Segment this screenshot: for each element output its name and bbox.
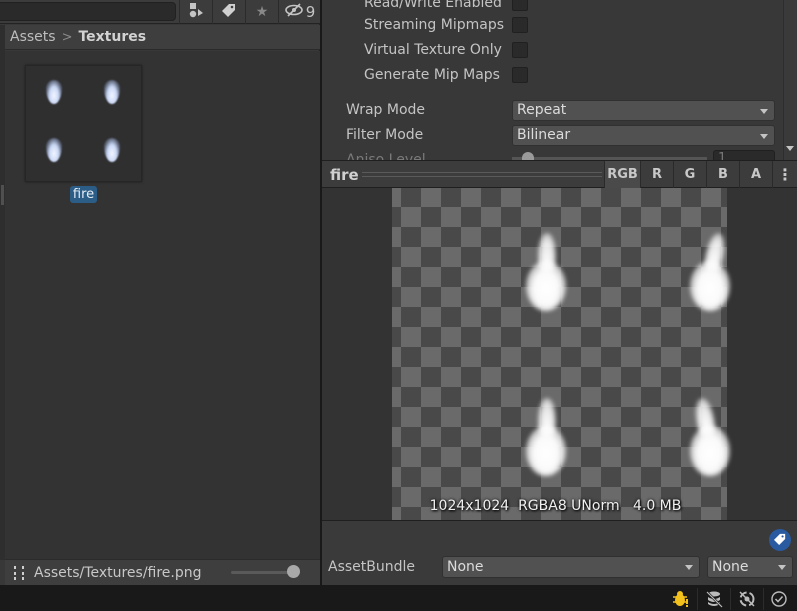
- flame-frame: [684, 231, 734, 313]
- property-label: Generate Mip Maps: [364, 67, 500, 83]
- preview-resize-handle[interactable]: [362, 172, 602, 177]
- property-label: Wrap Mode: [346, 102, 426, 118]
- filter-mode-dropdown[interactable]: Bilinear: [512, 124, 775, 146]
- check-circle-icon[interactable]: [768, 589, 790, 609]
- scroll-down-icon[interactable]: [786, 146, 794, 151]
- generate-mip-maps-checkbox[interactable]: [512, 67, 528, 83]
- channel-b-button[interactable]: B: [706, 161, 739, 188]
- auto-generate-off-icon[interactable]: [736, 589, 758, 609]
- flame-sprite: [46, 80, 62, 104]
- property-label: Streaming Mipmaps: [364, 17, 505, 33]
- dropdown-value: None: [712, 559, 749, 575]
- divider: [763, 588, 764, 610]
- texture-file-icon: [13, 565, 29, 581]
- project-toolbar: ★ 9: [0, 0, 320, 24]
- chevron-down-icon: [685, 565, 693, 570]
- asset-bundle-variant-dropdown[interactable]: None: [707, 556, 793, 578]
- flame-sprite: [104, 138, 120, 162]
- property-label: Virtual Texture Only: [364, 42, 502, 58]
- breadcrumb-assets[interactable]: Assets: [10, 29, 56, 45]
- hidden-packages-button[interactable]: 9: [278, 0, 320, 24]
- splitter-handle[interactable]: [1, 185, 4, 205]
- preview-more-button[interactable]: ⋮: [772, 161, 797, 188]
- asset-bundle-label: AssetBundle: [328, 559, 416, 575]
- property-label: Read/Write Enabled: [364, 0, 502, 11]
- bug-warning-icon[interactable]: [670, 589, 692, 609]
- wrap-mode-dropdown[interactable]: Repeat: [512, 99, 775, 121]
- search-by-type-button[interactable]: [179, 0, 212, 24]
- transparency-checkerboard: [392, 188, 730, 520]
- texture-preview: 1024x1024 RGBA8 UNorm 4.0 MB: [322, 188, 797, 520]
- star-icon: ★: [255, 4, 269, 20]
- project-panel: ★ 9 Assets > Textures fire Assets/Textur…: [0, 0, 320, 585]
- search-by-label-button[interactable]: [212, 0, 245, 24]
- thumbnail-size-slider[interactable]: [231, 571, 295, 574]
- selected-asset-path: Assets/Textures/fire.png: [34, 564, 202, 581]
- eye-slash-icon: [284, 3, 304, 21]
- streaming-mipmaps-checkbox[interactable]: [512, 17, 528, 33]
- texture-info: 1024x1024 RGBA8 UNorm 4.0 MB: [429, 498, 682, 514]
- dropdown-value: Repeat: [517, 102, 567, 118]
- tag-icon: [222, 3, 236, 21]
- breadcrumb-textures[interactable]: Textures: [78, 29, 146, 45]
- hidden-count: 9: [305, 3, 316, 21]
- channel-a-button[interactable]: A: [739, 161, 772, 188]
- search-input[interactable]: [0, 2, 176, 21]
- channel-r-button[interactable]: R: [640, 161, 673, 188]
- aniso-level-slider-handle[interactable]: [522, 152, 534, 160]
- flame-frame: [520, 398, 570, 478]
- virtual-texture-only-checkbox[interactable]: [512, 42, 528, 58]
- chevron-down-icon: [760, 133, 768, 139]
- divider: [730, 588, 731, 610]
- preview-title: fire: [330, 166, 359, 184]
- project-footer: Assets/Textures/fire.png: [5, 559, 320, 585]
- status-bar: [0, 585, 797, 611]
- dropdown-value: None: [447, 559, 484, 575]
- property-label: Filter Mode: [346, 127, 424, 143]
- chevron-down-icon: [778, 565, 786, 570]
- flame-sprite: [46, 138, 62, 162]
- asset-item-fire[interactable]: fire: [25, 65, 142, 203]
- asset-labels-section: AssetBundle None None: [322, 520, 797, 585]
- chevron-down-icon: [760, 108, 768, 114]
- asset-thumbnail[interactable]: [25, 65, 142, 182]
- flame-frame: [684, 396, 734, 478]
- favorites-button[interactable]: ★: [245, 0, 278, 24]
- cache-server-icon[interactable]: [703, 589, 725, 609]
- asset-name[interactable]: fire: [69, 186, 98, 203]
- breadcrumb: Assets > Textures: [5, 25, 320, 50]
- preview-header: fire RGB R G B A ⋮: [322, 160, 797, 188]
- shapes-icon: [188, 2, 204, 22]
- breadcrumb-separator: >: [61, 29, 73, 45]
- asset-bundle-name-dropdown[interactable]: None: [442, 556, 700, 578]
- read-write-checkbox[interactable]: [512, 0, 528, 11]
- tag-icon: [774, 533, 786, 548]
- channel-rgb-button[interactable]: RGB: [604, 161, 640, 188]
- flame-sprite: [104, 80, 120, 104]
- kebab-menu-icon: ⋮: [777, 165, 793, 184]
- asset-grid: fire: [5, 51, 320, 559]
- channel-g-button[interactable]: G: [673, 161, 706, 188]
- divider: [697, 588, 698, 610]
- inspector-scrollbar[interactable]: [783, 0, 797, 160]
- flame-frame: [520, 233, 570, 313]
- inspector-panel: Read/Write Enabled Streaming Mipmaps Vir…: [322, 0, 797, 585]
- thumbnail-size-slider-handle[interactable]: [287, 565, 300, 578]
- asset-labels-button[interactable]: [769, 529, 791, 551]
- dropdown-value: Bilinear: [517, 127, 571, 143]
- unity-editor: ★ 9 Assets > Textures fire Assets/Textur…: [0, 0, 797, 611]
- aniso-level-field[interactable]: 1: [713, 150, 775, 160]
